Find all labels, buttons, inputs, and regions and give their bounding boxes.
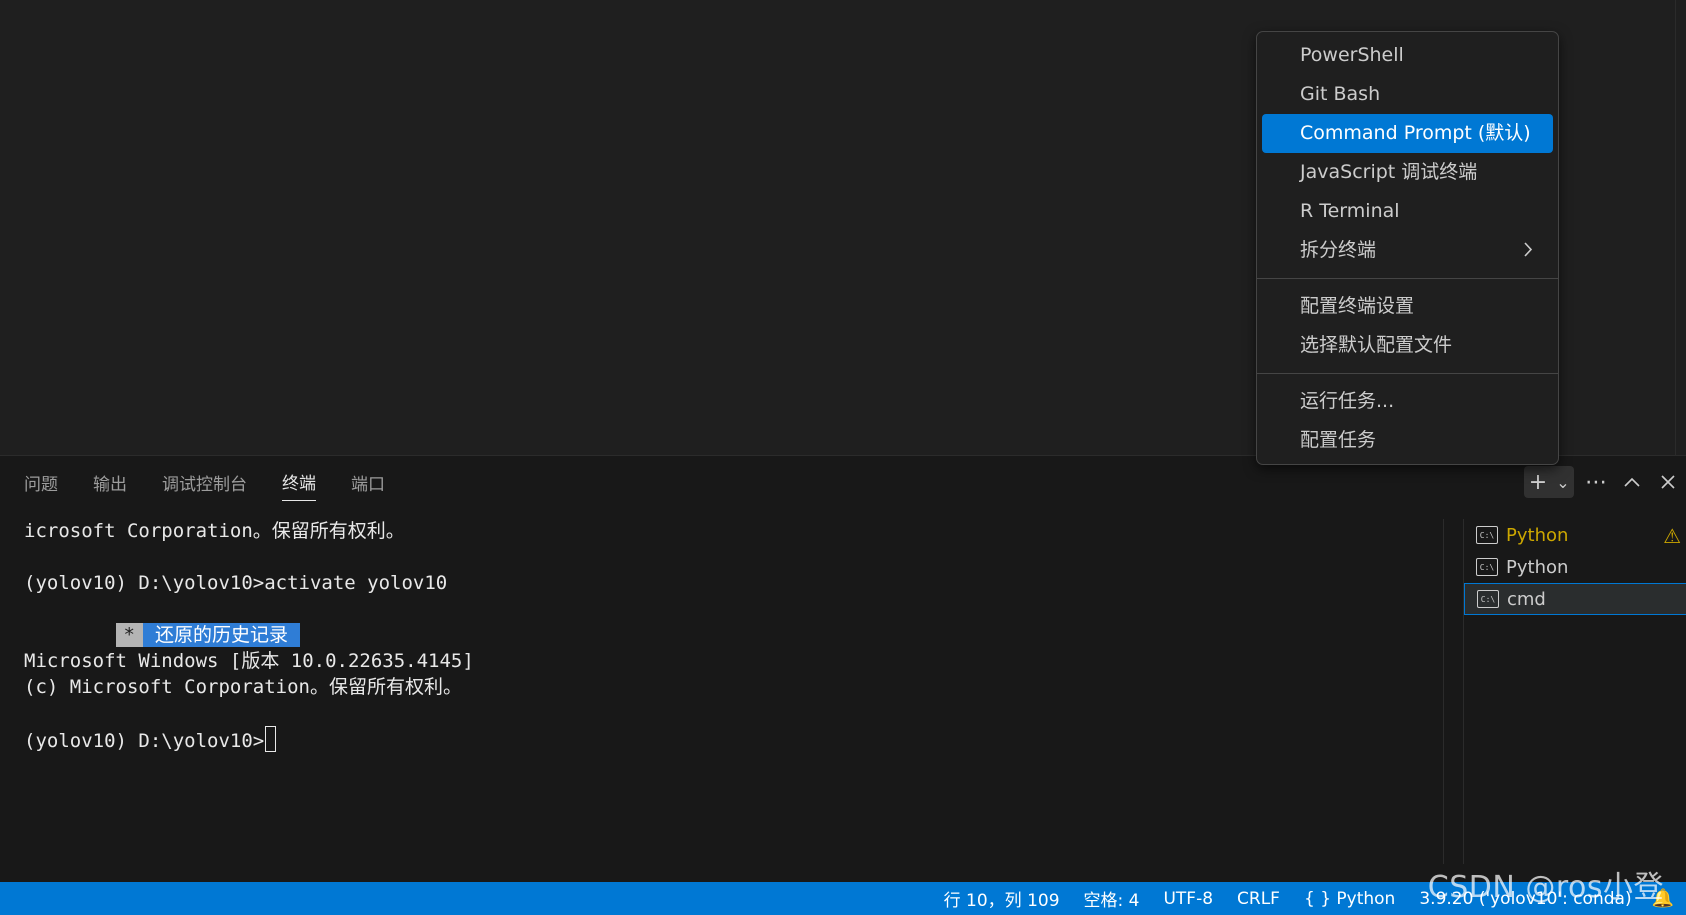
terminal-icon: C:\ <box>1476 526 1498 544</box>
terminal-line: (yolov10) D:\yolov10>activate yolov10 <box>24 572 448 594</box>
status-indentation[interactable]: 空格: 4 <box>1072 886 1152 911</box>
status-language-mode[interactable]: { } Python <box>1292 889 1407 909</box>
terminal-icon: C:\ <box>1476 558 1498 576</box>
menu-item-powershell[interactable]: PowerShell <box>1262 36 1553 75</box>
terminal-tabs-list: C:\ Python ⚠ C:\ Python C:\ cmd <box>1463 519 1686 864</box>
terminal-line: Microsoft Windows [版本 10.0.22635.4145] <box>24 650 474 672</box>
vscode-window: 问题 输出 调试控制台 终端 端口 + ⌄ ⋯ icrosoft Corpora… <box>0 0 1686 915</box>
restored-history-badge: * 还原的历史记录 <box>115 623 300 647</box>
menu-item-configure-tasks[interactable]: 配置任务 <box>1262 421 1553 460</box>
terminal-output[interactable]: icrosoft Corporation。保留所有权利。 (yolov10) D… <box>24 518 1454 752</box>
status-cursor-position[interactable]: 行 10，列 109 <box>932 886 1072 911</box>
menu-item-r-terminal[interactable]: R Terminal <box>1262 192 1553 231</box>
chevron-down-icon[interactable]: ⌄ <box>1552 466 1574 498</box>
terminal-prompt-line[interactable]: (yolov10) D:\yolov10> <box>24 726 1454 752</box>
menu-separator <box>1257 373 1558 374</box>
menu-item-run-task[interactable]: 运行任务... <box>1262 382 1553 421</box>
restored-history-line: * 还原的历史记录 <box>24 596 1454 647</box>
restored-history-text: 还原的历史记录 <box>142 623 300 647</box>
bottom-panel: 问题 输出 调试控制台 终端 端口 + ⌄ ⋯ icrosoft Corpora… <box>0 455 1686 883</box>
close-icon[interactable] <box>1650 466 1686 498</box>
tab-debug-console[interactable]: 调试控制台 <box>162 464 247 501</box>
terminal-line: (c) Microsoft Corporation。保留所有权利。 <box>24 676 462 698</box>
plus-icon[interactable]: + <box>1524 466 1552 498</box>
terminal-tab-label: cmd <box>1507 588 1546 610</box>
tab-ports[interactable]: 端口 <box>351 464 385 501</box>
menu-item-configure-terminal-settings[interactable]: 配置终端设置 <box>1262 287 1553 326</box>
tab-output[interactable]: 输出 <box>93 464 127 501</box>
tab-terminal[interactable]: 终端 <box>282 463 316 501</box>
new-terminal-split-button: + ⌄ <box>1524 466 1574 498</box>
menu-item-command-prompt[interactable]: Command Prompt (默认) <box>1262 114 1553 153</box>
ellipsis-icon[interactable]: ⋯ <box>1578 466 1614 498</box>
status-encoding[interactable]: UTF-8 <box>1151 889 1225 909</box>
panel-tabs: 问题 输出 调试控制台 终端 端口 <box>0 456 420 508</box>
panel-actions: + ⌄ ⋯ <box>1524 464 1686 500</box>
terminal-tab-python-2[interactable]: C:\ Python <box>1464 551 1686 583</box>
restored-history-star: * <box>115 623 143 647</box>
terminal-profile-menu: PowerShell Git Bash Command Prompt (默认) … <box>1256 31 1559 465</box>
terminal-tab-python-1[interactable]: C:\ Python ⚠ <box>1464 519 1686 551</box>
editor-scrollbar-edge <box>1675 0 1676 455</box>
tab-problems[interactable]: 问题 <box>24 464 58 501</box>
menu-item-git-bash[interactable]: Git Bash <box>1262 75 1553 114</box>
watermark: CSDN @ros小登 <box>1427 870 1664 905</box>
warning-icon[interactable]: ⚠ <box>1663 524 1681 548</box>
terminal-cursor <box>265 726 277 752</box>
terminal-prompt: (yolov10) D:\yolov10> <box>24 730 265 752</box>
menu-separator <box>1257 278 1558 279</box>
terminal-tab-label: Python <box>1506 556 1569 578</box>
status-eol[interactable]: CRLF <box>1225 889 1292 909</box>
menu-item-javascript-debug-terminal[interactable]: JavaScript 调试终端 <box>1262 153 1553 192</box>
chevron-up-icon[interactable] <box>1614 466 1650 498</box>
terminal-line: icrosoft Corporation。保留所有权利。 <box>24 520 405 542</box>
terminal-tab-label: Python <box>1506 524 1569 546</box>
terminal-tab-cmd[interactable]: C:\ cmd <box>1464 583 1686 615</box>
terminal-icon: C:\ <box>1477 590 1499 608</box>
menu-item-label: 拆分终端 <box>1300 239 1377 261</box>
chevron-right-icon <box>1524 231 1533 270</box>
menu-item-select-default-profile[interactable]: 选择默认配置文件 <box>1262 326 1553 365</box>
menu-item-split-terminal[interactable]: 拆分终端 <box>1262 231 1553 270</box>
terminal-list-divider <box>1443 519 1444 864</box>
